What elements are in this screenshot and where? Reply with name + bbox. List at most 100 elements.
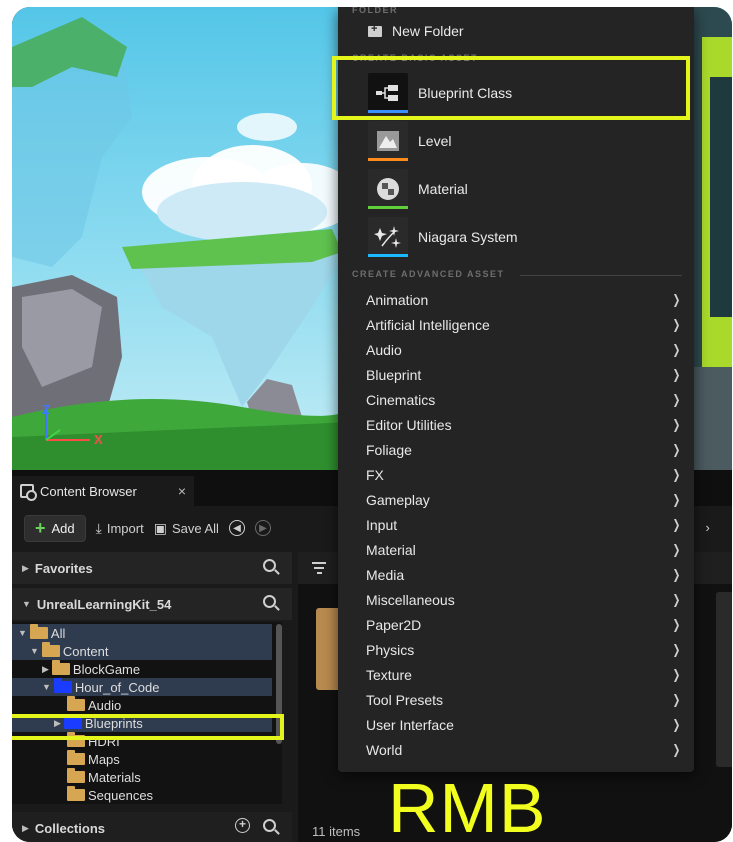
menu-item-editor-utilities[interactable]: Editor Utilities ❯	[366, 412, 684, 437]
menu-item-blueprint[interactable]: Blueprint ❯	[366, 362, 684, 387]
add-button-label: Add	[51, 520, 75, 536]
project-label: UnrealLearningKit_54	[36, 596, 172, 612]
menu-item-tool-presets[interactable]: Tool Presets ❯	[366, 687, 684, 712]
back-icon[interactable]: ◀	[228, 520, 245, 536]
chevron-right-icon: ›	[705, 520, 710, 535]
menu-item-fx[interactable]: FX ❯	[366, 462, 684, 487]
new-folder-item[interactable]: New Folder	[368, 23, 464, 39]
axis-gizmo: Z X	[34, 402, 104, 452]
tree-label: Content	[62, 643, 109, 659]
tree-item-audio[interactable]: Audio	[12, 696, 272, 714]
tree-item-all[interactable]: ▼ All	[12, 624, 272, 642]
collapsed-arrow-icon: ▶	[22, 822, 29, 833]
folder-icon	[29, 624, 48, 639]
save-all-label: Save All	[171, 520, 219, 536]
menu-item-level[interactable]: Level	[368, 121, 668, 161]
new-folder-label: New Folder	[392, 23, 464, 39]
import-label: Import	[106, 520, 144, 536]
menu-item-audio[interactable]: Audio ❯	[366, 337, 684, 362]
filter-icon[interactable]	[312, 562, 326, 577]
tree-item-sequences[interactable]: Sequences	[12, 786, 272, 804]
tree-label: Materials	[88, 769, 141, 785]
chevron-right-icon: ❯	[672, 516, 681, 532]
rmb-annotation: RMB	[388, 769, 547, 842]
tree-item-maps[interactable]: Maps	[12, 750, 272, 768]
menu-item-input[interactable]: Input ❯	[366, 512, 684, 537]
niagara-system-icon	[368, 217, 408, 257]
import-button[interactable]: ⤓ Import	[96, 520, 144, 537]
favorites-header[interactable]: ▶ Favorites	[12, 552, 292, 584]
folder-icon	[53, 678, 72, 693]
search-icon[interactable]	[263, 819, 276, 835]
tree-item-content[interactable]: ▼ Content	[12, 642, 272, 660]
menu-item-label: Niagara System	[418, 229, 518, 245]
advanced-caption-text: CREATE ADVANCED ASSET	[352, 269, 505, 279]
tree-item-blockgame[interactable]: ▶ BlockGame	[12, 660, 272, 678]
menu-item-artificial-intelligence[interactable]: Artificial Intelligence ❯	[366, 312, 684, 337]
add-collection-icon[interactable]: +	[235, 818, 250, 833]
folder-tree: ▼ All ▼ Content ▶ BlockGame ▼ Hour_of_Co…	[12, 622, 282, 804]
collections-label: Collections	[34, 820, 105, 836]
chevron-right-icon: ❯	[672, 716, 681, 732]
tree-item-hour-of-code[interactable]: ▼ Hour_of_Code	[12, 678, 272, 696]
tree-item-materials[interactable]: Materials	[12, 768, 272, 786]
menu-item-label: Animation	[366, 291, 429, 308]
menu-item-label: Gameplay	[366, 491, 430, 508]
new-folder-icon	[368, 23, 382, 37]
chevron-right-icon: ❯	[672, 491, 681, 507]
search-icon[interactable]	[263, 595, 276, 611]
forward-icon[interactable]: ▶	[254, 520, 271, 536]
tree-label: Maps	[88, 751, 120, 767]
menu-item-niagara-system[interactable]: Niagara System	[368, 217, 668, 257]
project-header[interactable]: ▼ UnrealLearningKit_54	[12, 588, 292, 620]
menu-item-material[interactable]: Material	[368, 169, 668, 209]
menu-item-physics[interactable]: Physics ❯	[366, 637, 684, 662]
collections-header[interactable]: ▶ Collections +	[12, 812, 292, 842]
add-button[interactable]: + Add	[24, 514, 86, 542]
editor-window: Z X Content Browser × + Add ⤓ Import ▣ S…	[12, 7, 732, 842]
menu-item-gameplay[interactable]: Gameplay ❯	[366, 487, 684, 512]
folder-caption: FOLDER	[352, 7, 398, 15]
asset-thumbnail[interactable]	[716, 592, 732, 767]
menu-item-label: Texture	[366, 666, 412, 683]
chevron-right-icon: ❯	[672, 741, 681, 757]
tree-label: BlockGame	[72, 661, 141, 677]
tab-label: Content Browser	[40, 483, 137, 499]
menu-item-world[interactable]: World ❯	[366, 737, 684, 762]
tab-content-browser[interactable]: Content Browser ×	[12, 476, 194, 506]
chevron-right-icon: ❯	[672, 291, 681, 307]
save-icon: ▣	[153, 519, 167, 536]
menu-item-label: Cinematics	[366, 391, 436, 408]
expanded-arrow-icon: ▼	[22, 599, 31, 609]
menu-item-material[interactable]: Material ❯	[366, 537, 684, 562]
chevron-right-icon: ❯	[672, 566, 681, 582]
menu-item-media[interactable]: Media ❯	[366, 562, 684, 587]
menu-item-foliage[interactable]: Foliage ❯	[366, 437, 684, 462]
search-icon[interactable]	[263, 559, 276, 575]
expanded-arrow-icon: ▼	[30, 646, 39, 656]
expanded-arrow-icon: ▼	[42, 682, 51, 692]
tree-label: Sequences	[88, 787, 154, 803]
menu-item-animation[interactable]: Animation ❯	[366, 287, 684, 312]
chevron-right-icon: ❯	[672, 691, 681, 707]
menu-item-miscellaneous[interactable]: Miscellaneous ❯	[366, 587, 684, 612]
menu-item-label: Paper2D	[366, 616, 422, 633]
folder-icon	[51, 660, 70, 675]
close-icon[interactable]: ×	[178, 483, 186, 499]
axis-x-label: X	[94, 432, 103, 447]
material-icon	[368, 169, 408, 209]
collapsed-arrow-icon: ▶	[22, 562, 29, 573]
chevron-right-icon: ❯	[672, 316, 681, 332]
menu-item-paper2d[interactable]: Paper2D ❯	[366, 612, 684, 637]
save-all-button[interactable]: ▣ Save All	[154, 520, 219, 537]
advanced-asset-caption: CREATE ADVANCED ASSET	[352, 269, 682, 279]
menu-item-label: Editor Utilities	[366, 416, 452, 433]
menu-item-cinematics[interactable]: Cinematics ❯	[366, 387, 684, 412]
axis-z-label: Z	[42, 402, 50, 417]
menu-item-texture[interactable]: Texture ❯	[366, 662, 684, 687]
menu-item-label: Level	[418, 133, 452, 149]
add-context-menu: FOLDER New Folder CREATE BASIC ASSET Blu…	[338, 7, 694, 772]
menu-item-label: Miscellaneous	[366, 591, 455, 608]
menu-item-user-interface[interactable]: User Interface ❯	[366, 712, 684, 737]
favorites-label: Favorites	[34, 560, 93, 576]
